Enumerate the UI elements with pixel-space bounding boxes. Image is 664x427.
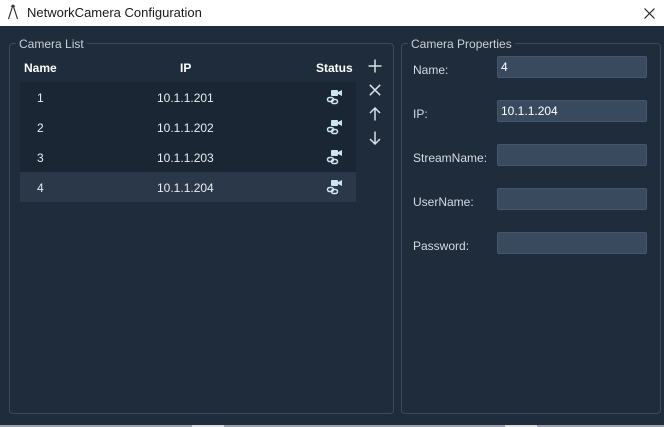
camera-name-cell: 1 xyxy=(37,91,44,105)
ip-field[interactable] xyxy=(497,100,647,122)
user-name-field[interactable] xyxy=(497,188,647,210)
x-icon xyxy=(369,84,381,96)
column-header-ip[interactable]: IP xyxy=(180,61,191,75)
add-camera-button[interactable] xyxy=(364,56,386,76)
camera-ip-cell: 10.1.1.202 xyxy=(157,121,214,135)
plus-icon xyxy=(368,59,382,73)
camera-link-icon xyxy=(326,90,342,105)
camera-table-header: Name IP Status xyxy=(20,58,356,78)
camera-name-cell: 2 xyxy=(37,121,44,135)
column-header-status[interactable]: Status xyxy=(316,61,353,75)
stream-name-field[interactable] xyxy=(497,144,647,166)
dialog-client-area: Camera List Name IP Status 1 10.1.1.201 … xyxy=(0,26,664,427)
camera-link-icon xyxy=(326,180,342,195)
camera-table-body: 1 10.1.1.201 2 10.1.1.202 3 10.1.1.203 4… xyxy=(20,82,356,202)
name-field[interactable] xyxy=(497,56,647,78)
close-icon xyxy=(643,7,655,19)
password-field[interactable] xyxy=(497,232,647,254)
password-label: Password: xyxy=(413,239,470,253)
ip-label: IP: xyxy=(413,107,428,121)
camera-link-icon xyxy=(326,150,342,165)
window-title: NetworkCamera Configuration xyxy=(27,5,202,20)
camera-row-selected[interactable]: 4 10.1.1.204 xyxy=(20,172,356,202)
camera-ip-cell: 10.1.1.201 xyxy=(157,91,214,105)
move-up-button[interactable] xyxy=(364,104,386,124)
camera-name-cell: 4 xyxy=(37,181,44,195)
camera-link-icon xyxy=(326,120,342,135)
user-name-label: UserName: xyxy=(413,195,474,209)
title-bar: NetworkCamera Configuration xyxy=(0,0,664,26)
camera-properties-group: Camera Properties Name: IP: StreamName: … xyxy=(401,37,661,414)
column-header-name[interactable]: Name xyxy=(24,61,57,75)
camera-row[interactable]: 3 10.1.1.203 xyxy=(20,142,356,172)
camera-ip-cell: 10.1.1.203 xyxy=(157,151,214,165)
camera-name-cell: 3 xyxy=(37,151,44,165)
close-button[interactable] xyxy=(634,0,664,26)
app-logo-icon xyxy=(7,4,19,20)
arrow-down-icon xyxy=(369,131,381,145)
camera-properties-title: Camera Properties xyxy=(408,37,515,51)
move-down-button[interactable] xyxy=(364,128,386,148)
remove-camera-button[interactable] xyxy=(364,80,386,100)
camera-list-title: Camera List xyxy=(16,37,87,51)
camera-ip-cell: 10.1.1.204 xyxy=(157,181,214,195)
stream-name-label: StreamName: xyxy=(413,151,488,165)
arrow-up-icon xyxy=(369,107,381,121)
camera-row[interactable]: 2 10.1.1.202 xyxy=(20,112,356,142)
name-label: Name: xyxy=(413,63,449,77)
camera-list-group: Camera List Name IP Status 1 10.1.1.201 … xyxy=(9,37,394,414)
camera-row[interactable]: 1 10.1.1.201 xyxy=(20,82,356,112)
